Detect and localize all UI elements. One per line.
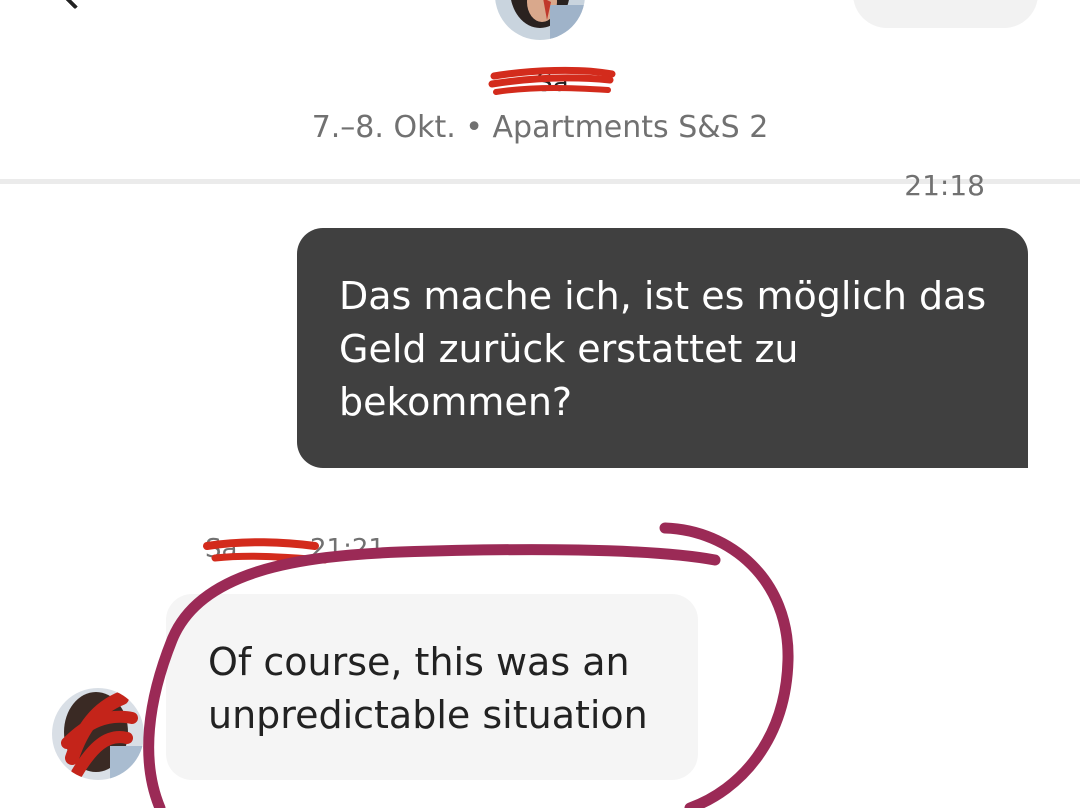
conversation-header: Sa 7.–8. Okt. • Apartments S&S 2 [0, 0, 1080, 180]
back-chevron-icon[interactable] [56, 0, 94, 10]
sender-avatar[interactable] [52, 688, 144, 780]
host-avatar[interactable] [495, 0, 585, 40]
message-line: Geld zurück erstattet zu [339, 327, 799, 371]
message-line: unpredictable situation [208, 693, 648, 737]
name-redaction-scribble [488, 66, 616, 95]
host-name-block: Sa [488, 66, 616, 100]
trip-info: 7.–8. Okt. • Apartments S&S 2 [311, 110, 769, 145]
message-line: Das mache ich, ist es möglich das [339, 274, 987, 318]
outgoing-message-bubble[interactable]: Das mache ich, ist es möglich das Geld z… [297, 228, 1028, 468]
sender-redaction-scribble [203, 538, 329, 564]
incoming-message-bubble[interactable]: Of course, this was an unpredictable sit… [166, 594, 698, 780]
message-line: bekommen? [339, 380, 573, 424]
message-line: Of course, this was an [208, 640, 630, 684]
message-timestamp: 21:18 [904, 169, 985, 202]
details-button[interactable] [853, 0, 1038, 28]
reply-meta: Sa 21:21 [203, 532, 405, 572]
